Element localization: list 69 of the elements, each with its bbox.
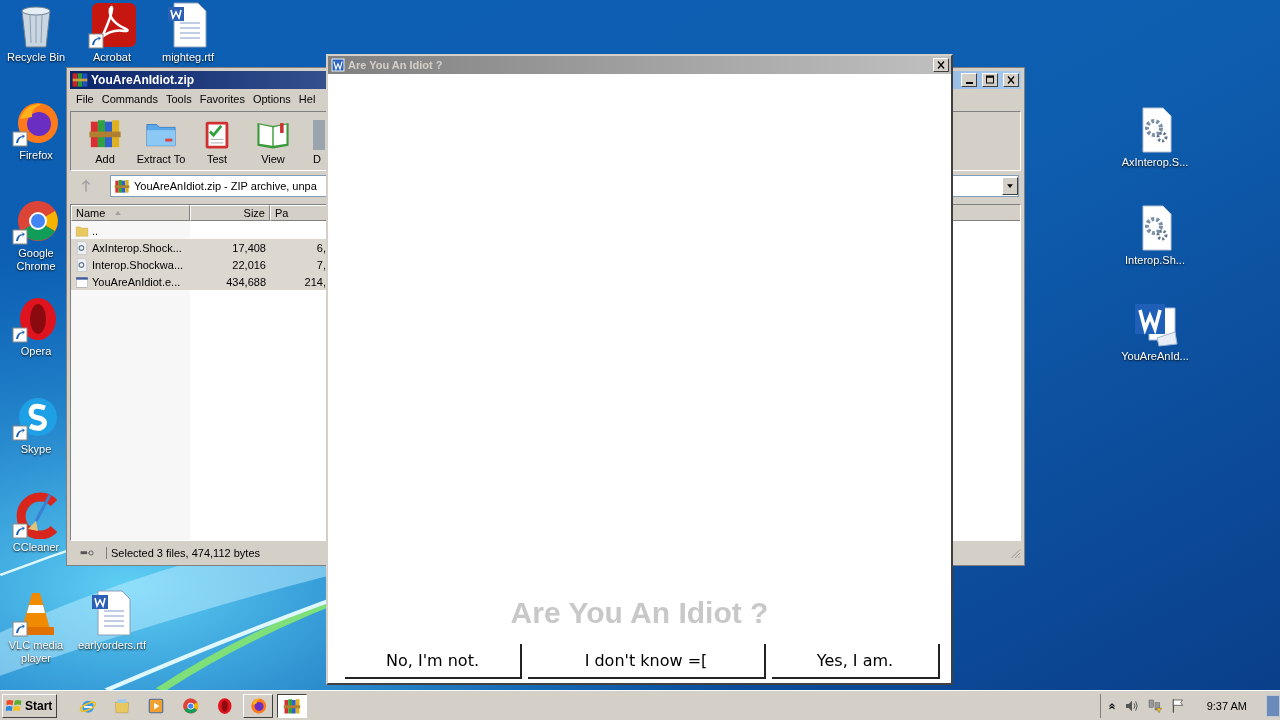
window-title: YouAreAnIdiot.zip	[91, 73, 195, 87]
table-cell: 22,016	[190, 256, 270, 273]
minimize-icon	[965, 82, 973, 84]
archive-icon	[72, 72, 88, 88]
browser-icon	[249, 696, 268, 715]
icon-label[interactable]: Google Chrome	[5, 247, 67, 273]
gear-document-icon	[75, 240, 89, 255]
toolbar-button[interactable]: Extract To	[133, 116, 189, 170]
maximize-icon	[984, 74, 996, 86]
pdf-icon[interactable]	[88, 1, 136, 49]
start-button[interactable]: Start	[2, 693, 58, 718]
gear-document-icon	[75, 257, 89, 272]
dropdown-button[interactable]	[1002, 177, 1018, 195]
file-name: ..	[92, 224, 99, 237]
icon-label[interactable]: YouAreAnId...	[1121, 350, 1189, 363]
status-text: Selected 3 files, 474,112 bytes	[106, 547, 260, 559]
file-row[interactable]: YouAreAnIdiot.e...	[71, 273, 190, 290]
answer-button[interactable]: No, I'm not.	[345, 644, 522, 679]
window-title: Are You An Idiot ?	[348, 59, 443, 71]
browser-icon	[181, 696, 200, 715]
play-icon	[147, 696, 166, 715]
close-button[interactable]	[1003, 73, 1019, 87]
menu-item[interactable]: File	[72, 92, 98, 105]
toolbar-button[interactable]: Test	[189, 116, 245, 170]
window-icon	[75, 274, 89, 289]
close-icon	[1005, 74, 1017, 86]
menu-item[interactable]: Tools	[162, 92, 196, 105]
maximize-button[interactable]	[982, 73, 998, 87]
file-name: YouAreAnIdiot.e...	[92, 275, 181, 288]
column-header[interactable]: Size	[190, 205, 270, 221]
minimize-button[interactable]	[961, 73, 977, 87]
table-cell: 17,408	[190, 239, 270, 256]
file-row[interactable]: Interop.Shockwa...	[71, 256, 190, 273]
menu-item[interactable]: Hel	[294, 92, 320, 105]
file-row[interactable]: ..	[71, 222, 190, 239]
file-name: AxInterop.Shock...	[92, 241, 182, 254]
column-header[interactable]: Name	[71, 205, 190, 221]
archive-icon	[283, 696, 302, 715]
close-button[interactable]	[933, 58, 949, 72]
table-cell: 434,688	[190, 273, 270, 290]
address-text: YouAreAnIdiot.zip - ZIP archive, unpa	[134, 180, 317, 192]
archive-icon	[114, 178, 130, 194]
broom-icon[interactable]	[12, 491, 60, 539]
answer-button[interactable]: I don't know =[	[528, 644, 766, 679]
icon-label[interactable]: AxInterop.S...	[1121, 156, 1189, 169]
icon-label[interactable]: Skype	[20, 443, 52, 456]
icon-label[interactable]: Firefox	[19, 149, 53, 162]
folder-icon	[113, 696, 132, 715]
icon-label[interactable]: Acrobat	[93, 51, 131, 64]
icon-label[interactable]: Recycle Bin	[6, 51, 66, 64]
menu-item[interactable]: Options	[248, 92, 295, 105]
file-row[interactable]: AxInterop.Shock...	[71, 239, 190, 256]
icon-label[interactable]: Opera	[20, 345, 52, 358]
up-arrow-icon	[79, 179, 93, 193]
document-icon	[331, 58, 345, 72]
resize-grip-icon[interactable]	[1009, 547, 1021, 559]
ring-icon	[215, 696, 234, 715]
close-icon	[935, 59, 947, 71]
file-name: Interop.Shockwa...	[92, 258, 184, 271]
toolbar-button[interactable]: View	[245, 116, 301, 170]
answer-button[interactable]: Yes, I am.	[772, 644, 940, 679]
menu-item[interactable]: Favorites	[195, 92, 249, 105]
clock[interactable]: 9:37 AM	[1206, 699, 1247, 712]
toolbar-button[interactable]: Add	[77, 116, 133, 170]
icon-label[interactable]: mighteg.rtf	[162, 51, 214, 64]
taskbar-button[interactable]	[277, 693, 308, 718]
menu-item[interactable]: Commands	[97, 92, 162, 105]
icon-label[interactable]: Interop.Sh...	[1125, 254, 1185, 267]
folder-icon	[75, 223, 89, 238]
